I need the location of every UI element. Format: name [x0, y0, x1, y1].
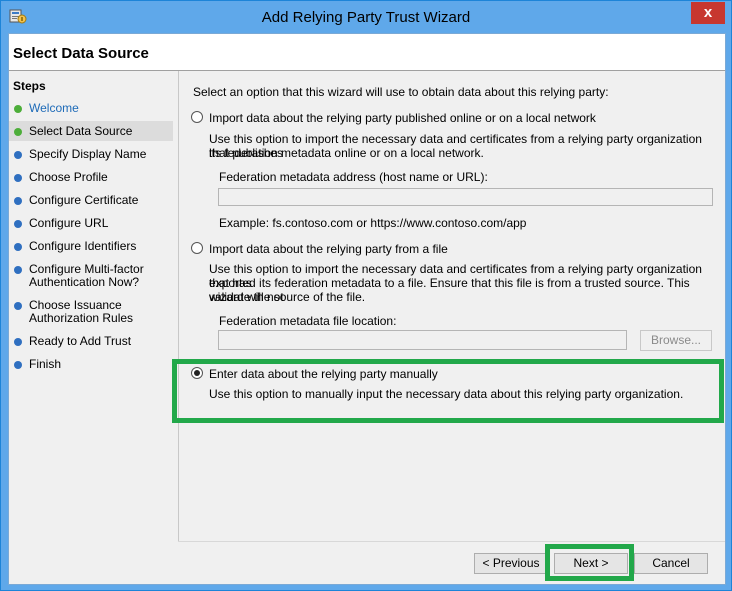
content-panel: Select an option that this wizard will u… [178, 71, 725, 541]
browse-button[interactable]: Browse... [640, 330, 712, 351]
close-icon: x [703, 4, 713, 21]
page-header: Select Data Source [9, 34, 725, 71]
step-label: Choose Profile [29, 170, 108, 184]
window-title: Add Relying Party Trust Wizard [261, 9, 471, 26]
close-button[interactable]: x [691, 2, 725, 24]
wizard-client-area: Select Data Source Steps Welcome Select … [8, 33, 726, 585]
step-label: Configure Identifiers [29, 239, 137, 253]
step-pending-icon [14, 243, 22, 251]
step-label: Configure URL [29, 216, 109, 230]
metadata-file-label: Federation metadata file location: [219, 314, 397, 328]
page-title: Select Data Source [13, 45, 149, 62]
step-label-line2: Authorization Rules [29, 311, 134, 325]
step-label: Ready to Add Trust [29, 334, 132, 348]
step-pending-icon [14, 338, 22, 346]
title-bar: Add Relying Party Trust Wizard x [1, 1, 731, 33]
step-pending-icon [14, 174, 22, 182]
metadata-address-label: Federation metadata address (host name o… [219, 170, 488, 184]
step-current-icon [14, 128, 22, 136]
option-online-label[interactable]: Import data about the relying party publ… [209, 111, 596, 125]
option-online-desc-line2: its federation metadata online or on a l… [209, 146, 484, 160]
step-label-line2: Authentication Now? [29, 275, 140, 289]
step-label: Configure Certificate [29, 193, 139, 207]
cancel-button[interactable]: Cancel [634, 553, 708, 574]
step-label: Specify Display Name [29, 147, 147, 161]
step-pending-icon [14, 220, 22, 228]
previous-button[interactable]: < Previous [474, 553, 548, 574]
steps-title: Steps [13, 79, 46, 93]
option-manual-desc: Use this option to manually input the ne… [209, 387, 684, 401]
step-label: Welcome [29, 101, 79, 115]
intro-text: Select an option that this wizard will u… [193, 85, 609, 99]
step-select-data-source[interactable]: Select Data Source [9, 121, 173, 141]
option-file-label[interactable]: Import data about the relying party from… [209, 242, 448, 256]
metadata-address-input[interactable] [218, 188, 713, 206]
step-pending-icon [14, 302, 22, 310]
wizard-body: Steps Welcome Select Data Source Specify… [9, 71, 725, 584]
option-file-desc-line3: validate the source of the file. [209, 290, 366, 304]
metadata-address-example: Example: fs.contoso.com or https://www.c… [219, 216, 527, 230]
step-completed-icon [14, 105, 22, 113]
radio-enter-manually[interactable] [191, 367, 203, 379]
next-button[interactable]: Next > [554, 553, 628, 574]
footer-divider [178, 541, 725, 542]
step-pending-icon [14, 361, 22, 369]
step-label: Select Data Source [29, 124, 133, 138]
step-pending-icon [14, 197, 22, 205]
radio-import-online[interactable] [191, 111, 203, 123]
radio-import-file[interactable] [191, 242, 203, 254]
steps-panel: Steps Welcome Select Data Source Specify… [9, 71, 175, 584]
step-pending-icon [14, 151, 22, 159]
step-pending-icon [14, 266, 22, 274]
metadata-file-input[interactable] [218, 330, 627, 350]
option-manual-label[interactable]: Enter data about the relying party manua… [209, 367, 438, 381]
step-label: Finish [29, 357, 62, 371]
wizard-window: Add Relying Party Trust Wizard x Select … [0, 0, 732, 591]
